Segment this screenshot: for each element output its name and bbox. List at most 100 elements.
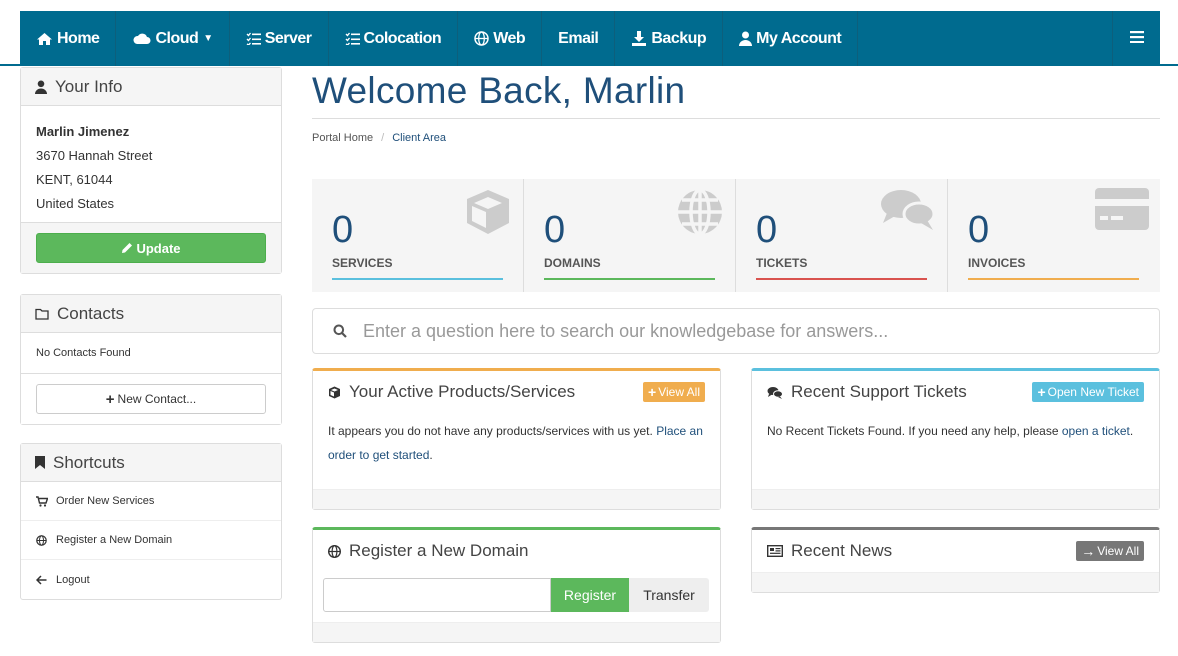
no-tickets-trail: . [1129, 424, 1134, 438]
services-bar [332, 278, 503, 280]
tile-invoices[interactable]: 0 INVOICES [948, 179, 1160, 292]
main-navbar: Home Cloud ▼ Server Colocation Web Email… [20, 11, 1160, 66]
update-button[interactable]: Update [36, 233, 266, 263]
nav-email[interactable]: Email [542, 11, 616, 66]
nav-home[interactable]: Home [20, 11, 117, 66]
no-products-text: It appears you do not have any products/… [328, 424, 657, 438]
download-icon [631, 31, 647, 46]
folder-icon [35, 308, 49, 320]
open-new-ticket-button[interactable]: + Open New Ticket [1032, 382, 1144, 402]
recent-news-card: Recent News → View All [751, 527, 1160, 593]
support-tickets-title: Recent Support Tickets [791, 382, 967, 401]
support-tickets-body: No Recent Tickets Found. If you need any… [752, 413, 1159, 489]
contacts-panel: Contacts No Contacts Found + New Contact… [20, 294, 282, 425]
register-domain-card: Register a New Domain Register Transfer [312, 527, 721, 643]
your-info-title: Your Info [55, 76, 123, 96]
shortcut-register-domain[interactable]: Register a New Domain [21, 521, 281, 560]
view-all-news-label: View All [1097, 544, 1139, 558]
stats-tiles: 0 SERVICES 0 DOMAINS 0 TICKETS 0 INVOICE… [312, 179, 1160, 292]
domain-input[interactable] [323, 578, 551, 612]
nav-backup[interactable]: Backup [615, 11, 724, 66]
knowledgebase-search-input[interactable]: Enter a question here to search our know… [312, 308, 1160, 354]
search-icon [333, 324, 347, 338]
open-ticket-link[interactable]: open a ticket [1062, 424, 1130, 438]
domain-search-row: Register Transfer [323, 578, 710, 612]
nav-colocation-label: Colocation [363, 29, 442, 47]
recent-news-title: Recent News [791, 541, 893, 560]
tile-domains[interactable]: 0 DOMAINS [524, 179, 736, 292]
view-all-products-button[interactable]: + View All [643, 382, 705, 402]
cart-icon [36, 495, 56, 507]
nav-server[interactable]: Server [230, 11, 329, 66]
register-button[interactable]: Register [551, 578, 629, 612]
home-icon [36, 32, 53, 46]
invoices-label: INVOICES [968, 256, 1026, 270]
user-icon [739, 31, 753, 46]
globe-icon [675, 187, 725, 240]
nav-my-account[interactable]: My Account [723, 11, 859, 66]
cloud-icon [132, 32, 151, 45]
shortcuts-header: Shortcuts [21, 444, 281, 482]
transfer-button[interactable]: Transfer [629, 578, 709, 612]
active-products-footer [313, 489, 720, 509]
shortcut-label: Order New Services [56, 495, 155, 507]
support-tickets-card: Recent Support Tickets + Open New Ticket… [751, 368, 1160, 510]
page-title: Welcome Back, Marlin [312, 70, 686, 111]
your-info-panel: Your Info Marlin Jimenez 3670 Hannah Str… [20, 67, 282, 274]
nav-web-label: Web [493, 29, 526, 47]
caret-down-icon: ▼ [203, 33, 213, 44]
view-all-news-button[interactable]: → View All [1076, 541, 1144, 561]
arrow-right-icon: → [1081, 543, 1096, 559]
register-domain-header: Register a New Domain [313, 530, 720, 572]
cube-icon [463, 187, 513, 240]
breadcrumb-portal-home[interactable]: Portal Home [312, 132, 373, 144]
recent-news-header: Recent News → View All [752, 530, 1159, 572]
tickets-count: 0 [756, 209, 778, 251]
your-info-header: Your Info [21, 68, 281, 106]
invoices-count: 0 [968, 209, 990, 251]
plus-icon: + [105, 390, 115, 408]
client-country: United States [36, 196, 115, 211]
your-info-footer: Update [21, 222, 281, 273]
shortcut-label: Logout [56, 573, 90, 586]
nav-web[interactable]: Web [458, 11, 543, 66]
shortcuts-title: Shortcuts [53, 452, 125, 472]
shortcuts-panel: Shortcuts Order New Services Register a … [20, 443, 282, 600]
tile-tickets[interactable]: 0 TICKETS [736, 179, 948, 292]
hamburger-menu-button[interactable] [1112, 11, 1160, 66]
contacts-header: Contacts [21, 295, 281, 333]
recent-news-footer [752, 572, 1159, 592]
client-name: Marlin Jimenez [36, 124, 130, 139]
globe-icon [328, 544, 341, 558]
nav-cloud[interactable]: Cloud ▼ [116, 11, 230, 66]
support-tickets-footer [752, 489, 1159, 509]
breadcrumb-separator: / [381, 132, 385, 144]
no-products-trail: . [429, 448, 433, 462]
comments-icon [879, 187, 937, 236]
tickets-label: TICKETS [756, 256, 808, 270]
new-contact-button[interactable]: + New Contact... [36, 384, 266, 414]
hamburger-icon [1129, 30, 1144, 48]
domains-count: 0 [544, 209, 566, 251]
support-tickets-header: Recent Support Tickets + Open New Ticket [752, 371, 1159, 413]
shortcut-logout[interactable]: Logout [21, 560, 281, 599]
breadcrumb-client-area: Client Area [392, 132, 447, 144]
plus-icon: + [648, 384, 657, 400]
contacts-footer: + New Contact... [21, 374, 281, 424]
nav-backup-label: Backup [651, 29, 707, 47]
nav-server-label: Server [264, 29, 312, 47]
update-label: Update [136, 240, 181, 256]
contacts-title: Contacts [57, 303, 125, 323]
domains-bar [544, 278, 715, 280]
nav-colocation[interactable]: Colocation [329, 11, 459, 66]
list-icon [345, 32, 360, 45]
tile-services[interactable]: 0 SERVICES [312, 179, 524, 292]
new-contact-label: New Contact... [117, 392, 197, 406]
active-products-title: Your Active Products/Services [349, 382, 576, 401]
tickets-bar [756, 278, 927, 280]
shortcut-order-new-services[interactable]: Order New Services [21, 482, 281, 521]
nav-cloud-label: Cloud [155, 29, 199, 47]
globe-icon [36, 534, 56, 546]
nav-email-label: Email [558, 29, 599, 47]
